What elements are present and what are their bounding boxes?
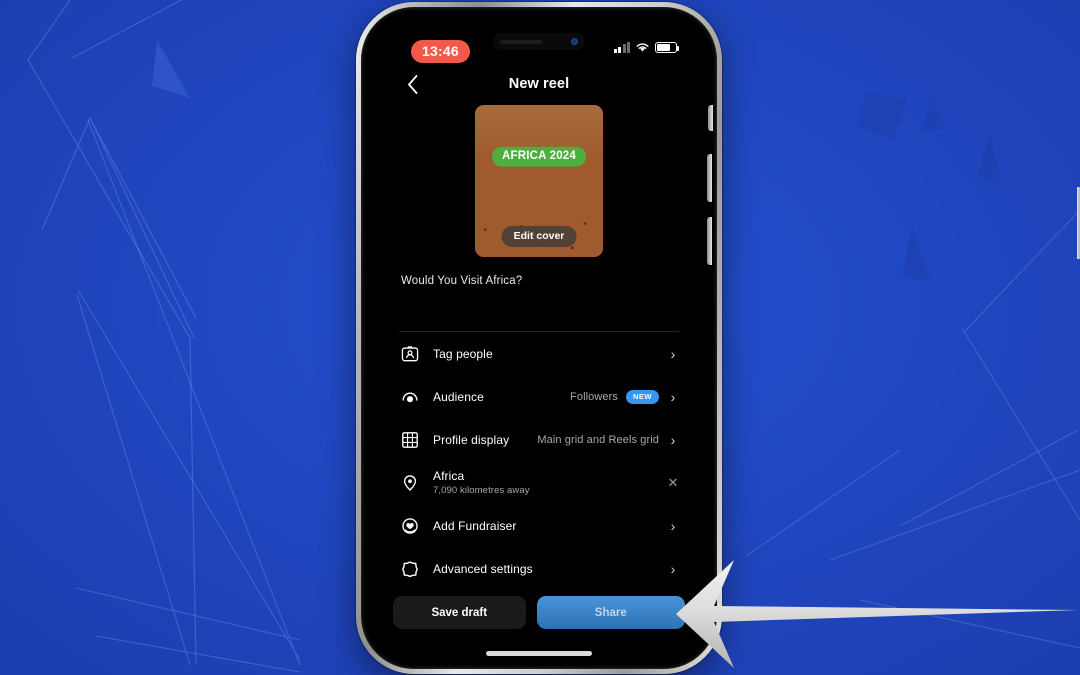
audience-icon bbox=[399, 386, 421, 408]
option-row-tag-people[interactable]: Tag people › bbox=[399, 332, 679, 375]
profile-grid-icon bbox=[399, 429, 421, 451]
option-label: Audience bbox=[433, 389, 484, 404]
option-label: Profile display bbox=[433, 432, 510, 447]
fundraiser-heart-icon bbox=[399, 515, 421, 537]
option-label: Add Fundraiser bbox=[433, 518, 517, 533]
status-bar: 13:46 bbox=[365, 11, 713, 63]
caption-text: Would You Visit Africa? bbox=[401, 275, 523, 287]
option-row-add-fundraiser[interactable]: Add Fundraiser › bbox=[399, 504, 679, 547]
caption-area[interactable]: Would You Visit Africa? bbox=[365, 275, 713, 331]
chevron-right-icon: › bbox=[670, 388, 676, 405]
remove-location-button[interactable]: ✕ bbox=[667, 475, 679, 491]
content-area: AFRICA 2024 Edit cover Would You Visit A… bbox=[365, 105, 713, 665]
volume-down-button[interactable] bbox=[707, 217, 712, 265]
option-row-location[interactable]: Africa 7,090 kilometres away ✕ bbox=[399, 461, 679, 504]
wifi-icon bbox=[636, 43, 649, 52]
status-time: 13:46 bbox=[411, 40, 470, 63]
option-row-advanced-settings[interactable]: Advanced settings › bbox=[399, 547, 679, 590]
phone-bezel: 13:46 New reel AFRICA 2024 Edit cover Wo… bbox=[361, 7, 717, 669]
save-draft-button[interactable]: Save draft bbox=[393, 596, 526, 629]
edit-cover-button[interactable]: Edit cover bbox=[501, 225, 577, 247]
speaker-grille-icon bbox=[500, 39, 542, 44]
option-label: Africa bbox=[433, 469, 465, 483]
front-camera-icon bbox=[571, 38, 578, 45]
option-row-audience[interactable]: Audience Followers NEW › bbox=[399, 375, 679, 418]
mute-switch[interactable] bbox=[708, 105, 713, 131]
share-button[interactable]: Share bbox=[536, 596, 685, 629]
dynamic-island bbox=[493, 33, 585, 50]
tag-people-icon bbox=[399, 343, 421, 365]
status-icons bbox=[613, 42, 680, 53]
phone-screen: 13:46 New reel AFRICA 2024 Edit cover Wo… bbox=[365, 11, 713, 665]
volume-up-button[interactable] bbox=[707, 154, 712, 202]
status-badge-new: NEW bbox=[626, 389, 659, 404]
option-label: Advanced settings bbox=[433, 561, 533, 576]
location-pin-icon bbox=[399, 472, 421, 494]
chevron-left-icon bbox=[407, 74, 417, 94]
option-text-column: Africa 7,090 kilometres away bbox=[433, 469, 667, 496]
back-button[interactable] bbox=[399, 71, 425, 97]
option-label: Tag people bbox=[433, 346, 493, 361]
chevron-right-icon: › bbox=[670, 560, 676, 577]
option-subtext: 7,090 kilometres away bbox=[433, 485, 530, 496]
reel-cover-thumbnail[interactable]: AFRICA 2024 Edit cover bbox=[475, 105, 603, 257]
bottom-action-bar: Save draft Share bbox=[365, 596, 713, 629]
phone-mockup: 13:46 New reel AFRICA 2024 Edit cover Wo… bbox=[356, 2, 1080, 674]
cover-overlay-title: AFRICA 2024 bbox=[492, 146, 586, 167]
chevron-right-icon: › bbox=[670, 517, 676, 534]
options-list: Tag people › Audience Followers NEW › Pr… bbox=[365, 332, 713, 590]
chevron-right-icon: › bbox=[670, 345, 676, 362]
navigation-bar: New reel bbox=[365, 63, 713, 105]
home-indicator[interactable] bbox=[486, 651, 592, 656]
advanced-settings-icon bbox=[399, 558, 421, 580]
chevron-right-icon: › bbox=[670, 431, 676, 448]
battery-icon bbox=[655, 42, 680, 53]
option-value: Followers bbox=[570, 390, 618, 403]
option-value: Main grid and Reels grid bbox=[537, 433, 659, 446]
cellular-signal-icon bbox=[613, 42, 630, 53]
option-row-profile-display[interactable]: Profile display Main grid and Reels grid… bbox=[399, 418, 679, 461]
